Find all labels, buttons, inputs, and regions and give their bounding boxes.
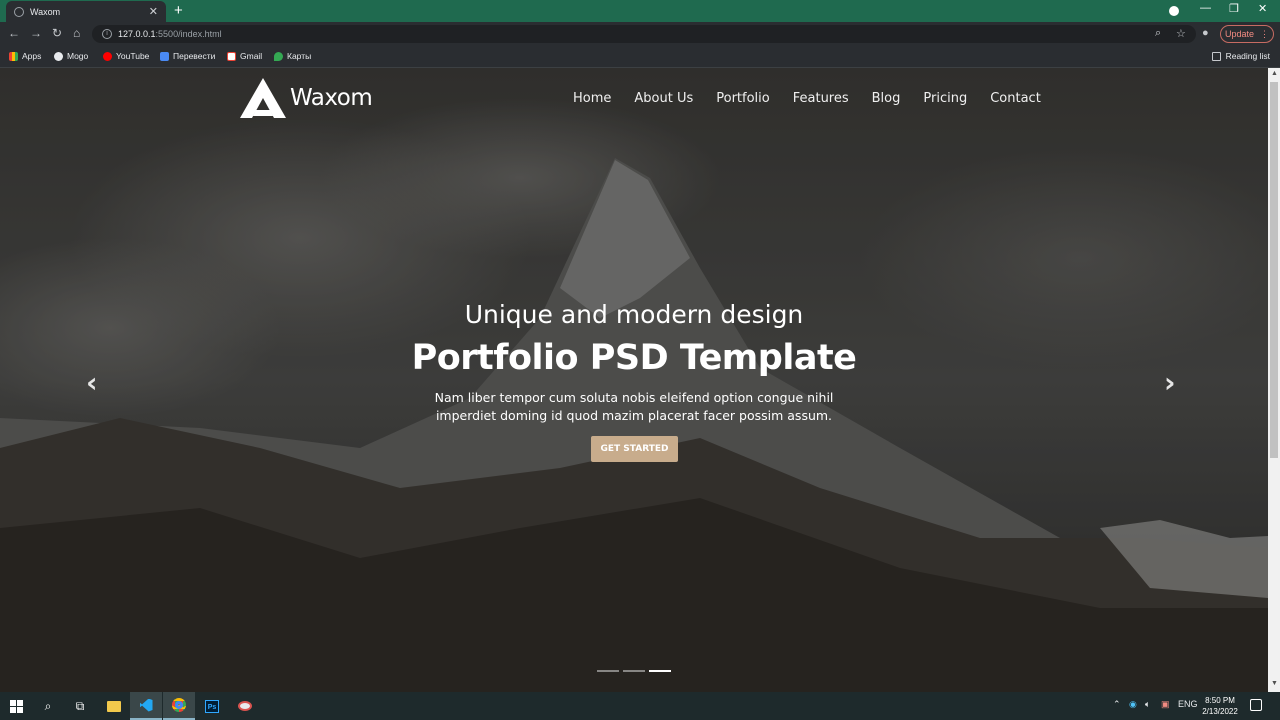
nav-features[interactable]: Features: [793, 91, 849, 106]
browser-toolbar: ← → ↻ ⌂ i 127.0.0.1:5500/index.html ⌕ ☆ …: [0, 22, 1280, 46]
update-button[interactable]: Update ⋮: [1220, 25, 1274, 43]
carousel-dot[interactable]: [649, 670, 671, 672]
tray-overflow-icon[interactable]: ⌃: [1113, 699, 1121, 710]
bookmark-mogo[interactable]: Mogo: [54, 51, 88, 61]
url-host: 127.0.0.1: [118, 29, 156, 39]
vscode-icon[interactable]: [130, 692, 162, 720]
site-logo[interactable]: Waxom: [240, 78, 373, 118]
language-indicator[interactable]: ENG: [1178, 699, 1198, 709]
scrollbar-thumb[interactable]: [1270, 82, 1278, 458]
zoom-icon[interactable]: ⌕: [1155, 27, 1161, 40]
new-tab-button[interactable]: +: [174, 2, 183, 19]
photoshop-icon[interactable]: Ps: [196, 692, 228, 720]
url-path: :5500/index.html: [155, 29, 222, 39]
home-icon[interactable]: ⌂: [73, 26, 80, 40]
notifications-icon[interactable]: [1250, 699, 1262, 711]
start-button[interactable]: [0, 692, 32, 720]
apps-grid-icon: [9, 51, 18, 61]
chrome-icon[interactable]: [163, 692, 195, 720]
update-label: Update: [1224, 29, 1255, 39]
carousel-indicators: [597, 670, 671, 672]
nav-portfolio[interactable]: Portfolio: [716, 91, 769, 106]
search-icon[interactable]: ⌕: [32, 692, 64, 720]
logo-text: Waxom: [290, 85, 373, 111]
tray-app-icon[interactable]: ◉: [1129, 699, 1137, 710]
hero-description: Nam liber tempor cum soluta nobis eleife…: [0, 389, 1268, 425]
maps-pin-icon: [274, 51, 283, 61]
carousel-dot[interactable]: [597, 670, 619, 672]
globe-icon: [54, 51, 63, 61]
minimize-icon[interactable]: —: [1200, 2, 1211, 14]
page-scrollbar[interactable]: ▲ ▼: [1268, 68, 1280, 692]
profile-indicator-icon[interactable]: [1169, 6, 1179, 16]
site-info-icon[interactable]: i: [102, 29, 112, 39]
nav-blog[interactable]: Blog: [872, 91, 901, 106]
nav-about-us[interactable]: About Us: [634, 91, 693, 106]
bookmark-youtube[interactable]: YouTube: [103, 51, 149, 61]
address-bar[interactable]: i 127.0.0.1:5500/index.html: [92, 25, 1196, 43]
translate-icon: [160, 51, 169, 61]
nav-contact[interactable]: Contact: [990, 91, 1041, 106]
hero-headline: Portfolio PSD Template: [411, 338, 857, 378]
bookmark-maps[interactable]: Карты: [274, 51, 311, 61]
restore-icon[interactable]: ❐: [1229, 2, 1239, 15]
carousel-prev-icon[interactable]: ‹: [86, 366, 98, 399]
page-viewport: Waxom Home About Us Portfolio Features B…: [0, 68, 1268, 692]
close-tab-icon[interactable]: ✕: [149, 5, 158, 18]
account-icon[interactable]: ●: [1202, 27, 1209, 39]
get-started-button[interactable]: GET STARTED: [591, 436, 678, 462]
app-icon[interactable]: [229, 692, 261, 720]
scroll-down-icon[interactable]: ▼: [1271, 680, 1278, 687]
globe-icon: [14, 6, 24, 17]
volume-icon[interactable]: 🔈︎: [1145, 699, 1150, 710]
hero-background-image: [0, 68, 1268, 692]
clock[interactable]: 8:50 PM 2/13/2022: [1196, 695, 1244, 717]
network-icon[interactable]: ▣: [1161, 699, 1170, 710]
tab-title: Waxom: [30, 6, 61, 17]
reading-list-button[interactable]: Reading list: [1211, 51, 1270, 61]
nav-home[interactable]: Home: [573, 91, 611, 106]
carousel-next-icon[interactable]: ›: [1164, 366, 1176, 399]
gmail-icon: [227, 51, 236, 61]
bookmark-gmail[interactable]: Gmail: [227, 51, 262, 61]
scroll-up-icon[interactable]: ▲: [1271, 70, 1278, 77]
back-icon[interactable]: ←: [8, 26, 20, 40]
close-window-icon[interactable]: ✕: [1258, 2, 1267, 15]
menu-dots-icon: ⋮: [1260, 28, 1270, 39]
hero-description-line: imperdiet doming id quod mazim placerat …: [435, 408, 833, 423]
mountain-landscape: [0, 68, 1268, 692]
waxom-logo-icon: [240, 78, 286, 118]
clock-date: 2/13/2022: [1202, 707, 1238, 716]
carousel-dot[interactable]: [623, 670, 645, 672]
reload-icon[interactable]: ↻: [52, 26, 62, 40]
bookmark-apps[interactable]: Apps: [9, 51, 41, 61]
browser-tab[interactable]: Waxom ✕: [6, 1, 166, 22]
task-view-icon[interactable]: ⧉: [64, 692, 96, 720]
hero-description-line: Nam liber tempor cum soluta nobis eleife…: [434, 390, 834, 405]
reading-list-icon: [1211, 51, 1221, 61]
windows-logo-icon: [9, 699, 23, 713]
youtube-icon: [103, 51, 112, 61]
forward-icon[interactable]: →: [30, 26, 42, 40]
bookmark-translate[interactable]: Перевести: [160, 51, 215, 61]
windows-taskbar: ⌕ ⧉ Ps ⌃ ◉ 🔈︎ ▣ ENG 8:50 PM 2/13/2022: [0, 692, 1280, 720]
main-nav: Home About Us Portfolio Features Blog Pr…: [573, 91, 1041, 106]
hero-subtitle: Unique and modern design: [464, 300, 804, 329]
bookmarks-bar: Apps Mogo YouTube Перевести Gmail Карты …: [0, 46, 1280, 68]
file-explorer-icon[interactable]: [98, 692, 130, 720]
bookmark-star-icon[interactable]: ☆: [1176, 27, 1186, 40]
clock-time: 8:50 PM: [1205, 696, 1235, 705]
nav-pricing[interactable]: Pricing: [923, 91, 967, 106]
browser-tabbar: Waxom ✕ + — ❐ ✕: [0, 0, 1280, 22]
